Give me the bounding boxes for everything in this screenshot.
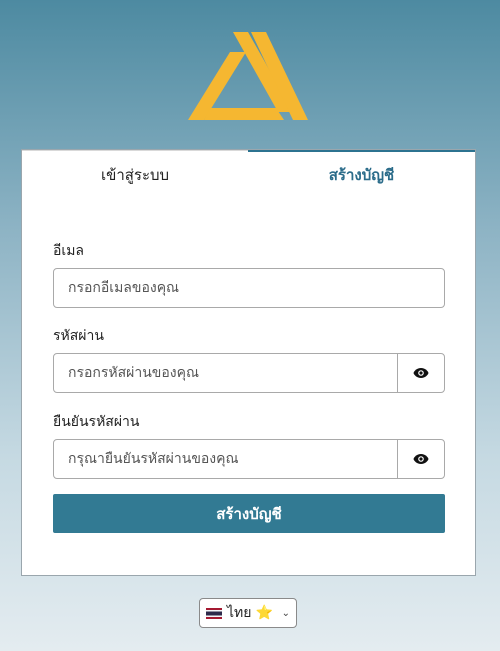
- chevron-down-icon: ⌄: [281, 607, 290, 619]
- confirm-password-field[interactable]: [53, 439, 399, 479]
- email-field[interactable]: [53, 268, 445, 308]
- password-label: รหัสผ่าน: [53, 328, 104, 344]
- eye-icon: [413, 454, 429, 464]
- email-label: อีเมล: [53, 243, 85, 259]
- toggle-confirm-visibility-button[interactable]: [397, 439, 445, 479]
- eye-icon: [413, 368, 429, 378]
- app-logo: [188, 32, 308, 120]
- confirm-password-label: ยืนยันรหัสผ่าน: [53, 414, 140, 430]
- tab-signup[interactable]: สร้างบัญชี: [248, 150, 475, 198]
- create-account-button[interactable]: สร้างบัญชี: [53, 494, 445, 533]
- thai-flag-icon: [206, 607, 222, 619]
- language-label: ไทย ⭐: [227, 605, 274, 621]
- password-field[interactable]: [53, 353, 399, 393]
- auth-tabs: เข้าสู่ระบบ สร้างบัญชี: [22, 150, 475, 198]
- auth-card: เข้าสู่ระบบ สร้างบัญชี อีเมล รหัสผ่าน ยื…: [21, 149, 476, 576]
- toggle-password-visibility-button[interactable]: [397, 353, 445, 393]
- tab-login[interactable]: เข้าสู่ระบบ: [22, 150, 248, 198]
- language-select[interactable]: ไทย ⭐ ⌄: [199, 598, 297, 628]
